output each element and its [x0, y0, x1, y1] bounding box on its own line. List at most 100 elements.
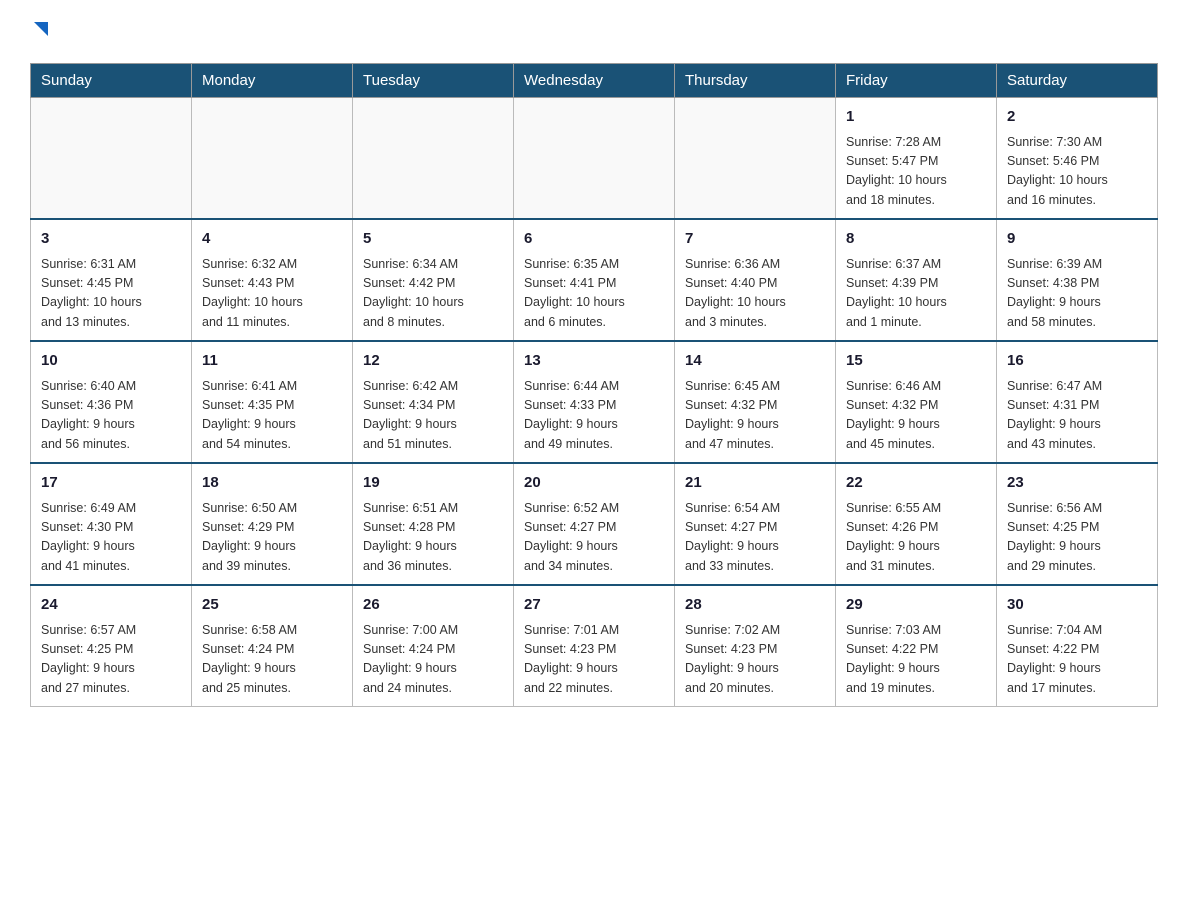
- day-number: 18: [202, 472, 342, 495]
- calendar-day-cell: 3 Sunrise: 6:31 AM Sunset: 4:45 PM Daylig…: [31, 219, 192, 341]
- day-info: Sunrise: 6:40 AM Sunset: 4:36 PM Dayligh…: [41, 377, 181, 455]
- day-number: 27: [524, 594, 664, 617]
- calendar-week-row: 24 Sunrise: 6:57 AM Sunset: 4:25 PM Dayli…: [31, 585, 1158, 707]
- day-info: Sunrise: 6:52 AM Sunset: 4:27 PM Dayligh…: [524, 499, 664, 577]
- day-number: 2: [1007, 106, 1147, 129]
- calendar-header-monday: Monday: [192, 64, 353, 98]
- calendar-week-row: 10 Sunrise: 6:40 AM Sunset: 4:36 PM Dayli…: [31, 341, 1158, 463]
- day-number: 30: [1007, 594, 1147, 617]
- calendar-week-row: 1 Sunrise: 7:28 AM Sunset: 5:47 PM Daylig…: [31, 98, 1158, 220]
- calendar-day-cell: 30 Sunrise: 7:04 AM Sunset: 4:22 PM Dayli…: [997, 585, 1158, 707]
- calendar-day-cell: [514, 98, 675, 220]
- day-info: Sunrise: 6:36 AM Sunset: 4:40 PM Dayligh…: [685, 255, 825, 333]
- day-info: Sunrise: 6:58 AM Sunset: 4:24 PM Dayligh…: [202, 621, 342, 699]
- calendar-day-cell: 6 Sunrise: 6:35 AM Sunset: 4:41 PM Daylig…: [514, 219, 675, 341]
- calendar-day-cell: [353, 98, 514, 220]
- day-number: 12: [363, 350, 503, 373]
- day-info: Sunrise: 6:57 AM Sunset: 4:25 PM Dayligh…: [41, 621, 181, 699]
- calendar-day-cell: 1 Sunrise: 7:28 AM Sunset: 5:47 PM Daylig…: [836, 98, 997, 220]
- calendar-day-cell: 8 Sunrise: 6:37 AM Sunset: 4:39 PM Daylig…: [836, 219, 997, 341]
- calendar-day-cell: [675, 98, 836, 220]
- day-info: Sunrise: 6:32 AM Sunset: 4:43 PM Dayligh…: [202, 255, 342, 333]
- calendar-day-cell: 9Sunrise: 6:39 AM Sunset: 4:38 PM Daylig…: [997, 219, 1158, 341]
- day-info: Sunrise: 6:37 AM Sunset: 4:39 PM Dayligh…: [846, 255, 986, 333]
- day-info: Sunrise: 7:30 AM Sunset: 5:46 PM Dayligh…: [1007, 133, 1147, 211]
- calendar-day-cell: 12 Sunrise: 6:42 AM Sunset: 4:34 PM Dayli…: [353, 341, 514, 463]
- day-info: Sunrise: 6:49 AM Sunset: 4:30 PM Dayligh…: [41, 499, 181, 577]
- day-number: 23: [1007, 472, 1147, 495]
- day-number: 17: [41, 472, 181, 495]
- day-number: 29: [846, 594, 986, 617]
- calendar-day-cell: [31, 98, 192, 220]
- calendar-header-sunday: Sunday: [31, 64, 192, 98]
- calendar-day-cell: 4 Sunrise: 6:32 AM Sunset: 4:43 PM Daylig…: [192, 219, 353, 341]
- logo: [30, 20, 50, 43]
- calendar-day-cell: 24 Sunrise: 6:57 AM Sunset: 4:25 PM Dayli…: [31, 585, 192, 707]
- day-info: Sunrise: 6:46 AM Sunset: 4:32 PM Dayligh…: [846, 377, 986, 455]
- day-info: Sunrise: 7:04 AM Sunset: 4:22 PM Dayligh…: [1007, 621, 1147, 699]
- day-number: 7: [685, 228, 825, 251]
- day-number: 24: [41, 594, 181, 617]
- calendar-day-cell: 23 Sunrise: 6:56 AM Sunset: 4:25 PM Dayli…: [997, 463, 1158, 585]
- day-info: Sunrise: 6:56 AM Sunset: 4:25 PM Dayligh…: [1007, 499, 1147, 577]
- calendar-day-cell: 28 Sunrise: 7:02 AM Sunset: 4:23 PM Dayli…: [675, 585, 836, 707]
- calendar-header-tuesday: Tuesday: [353, 64, 514, 98]
- calendar-header-friday: Friday: [836, 64, 997, 98]
- calendar-day-cell: 17 Sunrise: 6:49 AM Sunset: 4:30 PM Dayli…: [31, 463, 192, 585]
- calendar-header-wednesday: Wednesday: [514, 64, 675, 98]
- day-info: Sunrise: 6:41 AM Sunset: 4:35 PM Dayligh…: [202, 377, 342, 455]
- day-info: Sunrise: 6:51 AM Sunset: 4:28 PM Dayligh…: [363, 499, 503, 577]
- day-number: 15: [846, 350, 986, 373]
- calendar-day-cell: [192, 98, 353, 220]
- day-info: Sunrise: 6:47 AM Sunset: 4:31 PM Dayligh…: [1007, 377, 1147, 455]
- day-info: Sunrise: 7:28 AM Sunset: 5:47 PM Dayligh…: [846, 133, 986, 211]
- day-number: 14: [685, 350, 825, 373]
- day-number: 21: [685, 472, 825, 495]
- day-info: Sunrise: 6:55 AM Sunset: 4:26 PM Dayligh…: [846, 499, 986, 577]
- day-info: Sunrise: 7:02 AM Sunset: 4:23 PM Dayligh…: [685, 621, 825, 699]
- calendar-day-cell: 7 Sunrise: 6:36 AM Sunset: 4:40 PM Daylig…: [675, 219, 836, 341]
- calendar-day-cell: 14 Sunrise: 6:45 AM Sunset: 4:32 PM Dayli…: [675, 341, 836, 463]
- calendar-week-row: 3 Sunrise: 6:31 AM Sunset: 4:45 PM Daylig…: [31, 219, 1158, 341]
- calendar-table: SundayMondayTuesdayWednesdayThursdayFrid…: [30, 63, 1158, 707]
- calendar-day-cell: 5Sunrise: 6:34 AM Sunset: 4:42 PM Daylig…: [353, 219, 514, 341]
- day-number: 28: [685, 594, 825, 617]
- day-number: 4: [202, 228, 342, 251]
- logo-triangle-icon: [32, 20, 50, 38]
- page-header: [30, 20, 1158, 43]
- day-number: 16: [1007, 350, 1147, 373]
- calendar-day-cell: 22 Sunrise: 6:55 AM Sunset: 4:26 PM Dayli…: [836, 463, 997, 585]
- day-info: Sunrise: 7:00 AM Sunset: 4:24 PM Dayligh…: [363, 621, 503, 699]
- day-info: Sunrise: 6:42 AM Sunset: 4:34 PM Dayligh…: [363, 377, 503, 455]
- day-number: 8: [846, 228, 986, 251]
- calendar-day-cell: 20Sunrise: 6:52 AM Sunset: 4:27 PM Dayli…: [514, 463, 675, 585]
- calendar-day-cell: 13Sunrise: 6:44 AM Sunset: 4:33 PM Dayli…: [514, 341, 675, 463]
- day-info: Sunrise: 6:50 AM Sunset: 4:29 PM Dayligh…: [202, 499, 342, 577]
- day-info: Sunrise: 7:01 AM Sunset: 4:23 PM Dayligh…: [524, 621, 664, 699]
- calendar-day-cell: 29 Sunrise: 7:03 AM Sunset: 4:22 PM Dayli…: [836, 585, 997, 707]
- day-number: 9: [1007, 228, 1147, 251]
- calendar-day-cell: 2 Sunrise: 7:30 AM Sunset: 5:46 PM Daylig…: [997, 98, 1158, 220]
- day-number: 5: [363, 228, 503, 251]
- day-info: Sunrise: 6:31 AM Sunset: 4:45 PM Dayligh…: [41, 255, 181, 333]
- day-number: 1: [846, 106, 986, 129]
- day-number: 6: [524, 228, 664, 251]
- calendar-day-cell: 19 Sunrise: 6:51 AM Sunset: 4:28 PM Dayli…: [353, 463, 514, 585]
- day-number: 10: [41, 350, 181, 373]
- calendar-day-cell: 25Sunrise: 6:58 AM Sunset: 4:24 PM Dayli…: [192, 585, 353, 707]
- day-info: Sunrise: 6:45 AM Sunset: 4:32 PM Dayligh…: [685, 377, 825, 455]
- day-info: Sunrise: 6:35 AM Sunset: 4:41 PM Dayligh…: [524, 255, 664, 333]
- calendar-day-cell: 26Sunrise: 7:00 AM Sunset: 4:24 PM Dayli…: [353, 585, 514, 707]
- calendar-day-cell: 18 Sunrise: 6:50 AM Sunset: 4:29 PM Dayli…: [192, 463, 353, 585]
- calendar-day-cell: 16 Sunrise: 6:47 AM Sunset: 4:31 PM Dayli…: [997, 341, 1158, 463]
- calendar-day-cell: 15 Sunrise: 6:46 AM Sunset: 4:32 PM Dayli…: [836, 341, 997, 463]
- calendar-day-cell: 10 Sunrise: 6:40 AM Sunset: 4:36 PM Dayli…: [31, 341, 192, 463]
- day-number: 3: [41, 228, 181, 251]
- day-number: 22: [846, 472, 986, 495]
- calendar-day-cell: 11Sunrise: 6:41 AM Sunset: 4:35 PM Dayli…: [192, 341, 353, 463]
- calendar-day-cell: 27 Sunrise: 7:01 AM Sunset: 4:23 PM Dayli…: [514, 585, 675, 707]
- calendar-header-row: SundayMondayTuesdayWednesdayThursdayFrid…: [31, 64, 1158, 98]
- calendar-header-saturday: Saturday: [997, 64, 1158, 98]
- day-info: Sunrise: 7:03 AM Sunset: 4:22 PM Dayligh…: [846, 621, 986, 699]
- day-number: 19: [363, 472, 503, 495]
